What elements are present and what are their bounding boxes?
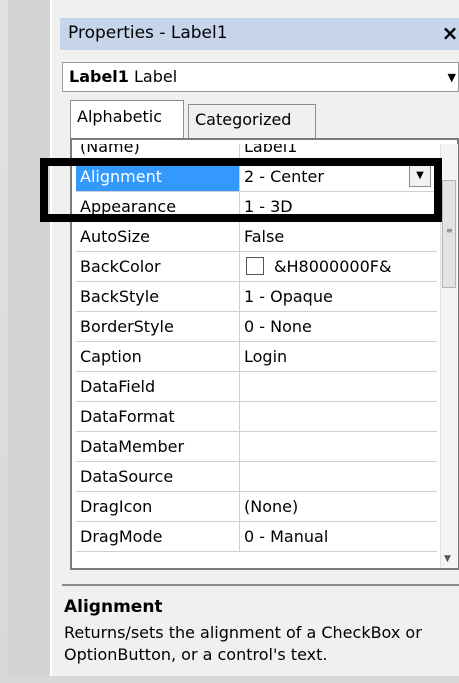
tab-alphabetic[interactable]: Alphabetic [70,100,184,138]
object-type: Label [134,67,178,86]
property-value[interactable]: False [240,222,437,252]
property-row-dragmode[interactable]: DragMode 0 - Manual [76,522,437,552]
property-value[interactable]: 0 - Manual [240,522,437,552]
property-name: Caption [76,342,240,372]
left-margin-inner [8,0,50,683]
properties-window: Properties - Label1 × Label1 Label ▼ Alp… [52,0,459,683]
bottom-edge [0,676,459,683]
object-selector-value: Label1 Label [69,66,177,88]
property-name: DataFormat [76,402,240,432]
description-title: Alignment [64,597,163,617]
property-row-datasource[interactable]: DataSource [76,462,437,492]
property-value[interactable]: 1 - Opaque [240,282,437,312]
description-text: Returns/sets the alignment of a CheckBox… [64,623,422,664]
property-value[interactable] [240,462,437,492]
scroll-down-icon[interactable]: ▼ [444,554,451,564]
object-name: Label1 [69,67,129,86]
property-value[interactable] [240,432,437,462]
property-row-autosize[interactable]: AutoSize False [76,222,437,252]
property-name: DataMember [76,432,240,462]
tab-strip: Alphabetic Categorized [70,100,430,138]
vertical-scrollbar[interactable]: ≡ ▼ [440,144,458,568]
titlebar[interactable]: Properties - Label1 × [60,18,459,50]
property-value[interactable] [240,402,437,432]
property-row-backcolor[interactable]: BackColor &H8000000F& [76,252,437,282]
property-value[interactable]: (None) [240,492,437,522]
tab-categorized[interactable]: Categorized [188,104,316,138]
property-value[interactable]: Login [240,342,437,372]
window-title: Properties - Label1 [68,23,228,43]
annotation-highlight-box [40,158,442,222]
property-row-caption[interactable]: Caption Login [76,342,437,372]
chevron-down-icon[interactable]: ▼ [448,71,456,85]
grip-icon: ≡ [446,226,453,235]
property-name: DragMode [76,522,240,552]
property-name: DataField [76,372,240,402]
property-row-dataformat[interactable]: DataFormat [76,402,437,432]
property-name: BackStyle [76,282,240,312]
property-row-dragicon[interactable]: DragIcon (None) [76,492,437,522]
property-row-datafield[interactable]: DataField [76,372,437,402]
property-value: &H8000000F& [274,257,392,276]
property-row-borderstyle[interactable]: BorderStyle 0 - None [76,312,437,342]
object-selector[interactable]: Label1 Label ▼ [62,62,459,92]
property-name: BackColor [76,252,240,282]
scrollbar-thumb[interactable]: ≡ [442,180,456,288]
property-name: DataSource [76,462,240,492]
close-icon[interactable]: × [441,22,459,44]
property-name: AutoSize [76,222,240,252]
property-value-field[interactable]: &H8000000F& [240,252,437,282]
description-panel: Alignment Returns/sets the alignment of … [62,584,459,683]
property-row-backstyle[interactable]: BackStyle 1 - Opaque [76,282,437,312]
property-value[interactable]: 0 - None [240,312,437,342]
property-row-datamember[interactable]: DataMember [76,432,437,462]
property-name: DragIcon [76,492,240,522]
left-margin [0,0,50,683]
property-name: BorderStyle [76,312,240,342]
color-swatch [246,257,264,275]
property-value[interactable] [240,372,437,402]
